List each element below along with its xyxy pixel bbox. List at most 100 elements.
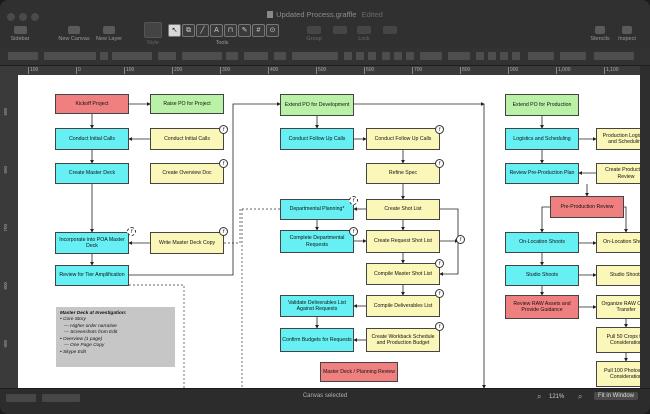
node-conduct-follow-up-calls-2[interactable]: Conduct Follow Up Calls xyxy=(366,128,440,150)
zoom-out-icon[interactable]: ⌕ xyxy=(537,392,541,402)
node-review-pre-production-plan[interactable]: Review Pre-Production Plan xyxy=(505,163,579,184)
node-on-location-shoots-1[interactable]: On-Location Shoots xyxy=(505,232,579,253)
format-control[interactable] xyxy=(500,52,508,60)
function-badge-icon[interactable]: f xyxy=(435,289,444,298)
zoom-in-icon[interactable]: ⌕ xyxy=(578,392,582,402)
function-badge-icon[interactable]: f xyxy=(435,159,444,168)
node-on-location-shoots-2[interactable]: On-Location Shoots xyxy=(596,232,640,253)
selection-tool-icon[interactable]: ↖ xyxy=(168,24,181,37)
function-badge-icon[interactable]: f xyxy=(349,227,358,236)
format-control[interactable] xyxy=(394,52,402,60)
node-pull-50-crops[interactable]: Pull 50 Crops for Consideration xyxy=(596,327,640,353)
node-incorporate-into-poa[interactable]: Incorporate into POA Master Deck xyxy=(55,232,129,254)
format-control[interactable] xyxy=(344,52,352,60)
node-departmental-planning[interactable]: Departmental Planning* xyxy=(280,199,354,220)
node-confirm-budgets[interactable]: Confirm Budgets for Requests xyxy=(280,328,354,352)
unlock-button[interactable] xyxy=(379,26,401,36)
format-control[interactable] xyxy=(528,52,554,60)
format-control[interactable] xyxy=(368,52,376,60)
style-button[interactable]: Style xyxy=(144,22,162,46)
node-extend-po-production[interactable]: Extend PO for Production xyxy=(505,94,579,116)
line-tool-icon[interactable]: ╱ xyxy=(196,24,209,37)
diagram-tool-icon[interactable]: ⊓ xyxy=(224,24,237,37)
node-compile-master-shot-list[interactable]: Compile Master Shot List xyxy=(366,263,440,285)
inspect-button[interactable]: Inspect xyxy=(614,26,640,42)
format-control[interactable] xyxy=(560,52,586,60)
format-control[interactable] xyxy=(274,52,286,60)
format-control[interactable] xyxy=(488,52,496,60)
node-studio-shoots-2[interactable]: Studio Shoots xyxy=(596,265,640,286)
node-compile-deliverables-list[interactable]: Compile Deliverables List xyxy=(366,295,440,317)
node-organize-raw-order[interactable]: Organize RAW Order Transfer xyxy=(596,295,640,319)
new-layer-button[interactable]: New Layer xyxy=(94,26,124,42)
format-control[interactable] xyxy=(382,52,390,60)
node-create-workback-schedule[interactable]: Create Workback Schedule and Production … xyxy=(366,328,440,352)
node-pre-production-review[interactable]: Pre-Production Review xyxy=(550,196,624,218)
annotation-note[interactable]: Master Deck at Investigation: • Core Sto… xyxy=(56,307,175,367)
ungroup-button[interactable] xyxy=(329,26,351,36)
function-badge-icon[interactable]: f xyxy=(127,227,136,236)
node-review-raw-assets[interactable]: Review RAW Assets and Provide Guidance xyxy=(505,295,579,319)
format-control[interactable] xyxy=(476,52,484,60)
node-studio-shoots-1[interactable]: Studio Shoots xyxy=(505,265,579,286)
dashed-connector-line[interactable] xyxy=(224,208,280,244)
format-control[interactable] xyxy=(356,52,364,60)
format-control[interactable] xyxy=(44,52,96,60)
fit-in-window-button[interactable]: Fit in Window xyxy=(594,392,639,400)
format-control[interactable] xyxy=(406,52,414,60)
connector-line[interactable] xyxy=(540,206,550,233)
format-control[interactable] xyxy=(158,52,176,60)
node-conduct-follow-up-calls-1[interactable]: Conduct Follow Up Calls xyxy=(280,128,354,150)
canvas[interactable]: Kickoff Project Raise PO for Project Condu… xyxy=(18,75,640,388)
lock-button[interactable]: Lock xyxy=(353,26,375,42)
format-control[interactable] xyxy=(292,52,338,60)
node-conduct-initial-calls-2[interactable]: Conduct Initial Calls xyxy=(150,128,224,150)
function-badge-icon[interactable]: f xyxy=(435,259,444,268)
node-conduct-initial-calls-1[interactable]: Conduct Initial Calls xyxy=(55,128,129,150)
function-badge-icon[interactable]: f xyxy=(219,227,228,236)
function-badge-icon[interactable]: f xyxy=(456,235,465,244)
group-button[interactable]: Group xyxy=(303,26,325,42)
new-canvas-button[interactable]: New Canvas xyxy=(58,26,90,42)
function-badge-icon[interactable]: f xyxy=(219,159,228,168)
sidebar-button[interactable]: Sidebar xyxy=(9,26,31,42)
pen-tool-icon[interactable]: ✎ xyxy=(238,24,251,37)
format-control[interactable] xyxy=(448,52,470,60)
format-control[interactable] xyxy=(420,52,442,60)
format-control[interactable] xyxy=(244,52,268,60)
node-review-tier-amplification[interactable]: Review for Tier Amplification xyxy=(55,265,129,286)
grid-tool-icon[interactable]: # xyxy=(252,24,265,37)
format-control[interactable] xyxy=(112,52,152,60)
node-production-logistics[interactable]: Production Logistics and Scheduling xyxy=(596,128,640,150)
format-control[interactable] xyxy=(182,52,222,60)
node-validate-deliverables-list[interactable]: Validate Deliverables List Against Reque… xyxy=(280,295,354,317)
stencils-button[interactable]: Stencils xyxy=(587,26,613,42)
zoom-level[interactable]: 121% xyxy=(549,394,564,400)
node-raise-po-project[interactable]: Raise PO for Project xyxy=(150,94,224,114)
connector-line[interactable] xyxy=(624,206,628,233)
function-badge-icon[interactable]: f xyxy=(435,125,444,134)
node-write-master-deck-copy[interactable]: Write Master Deck Copy xyxy=(150,232,224,254)
node-create-overview-doc[interactable]: Create Overview Doc xyxy=(150,163,224,184)
node-kickoff-project[interactable]: Kickoff Project xyxy=(55,94,129,114)
format-control[interactable] xyxy=(100,52,108,60)
function-badge-icon[interactable]: f xyxy=(435,322,444,331)
format-control[interactable] xyxy=(512,52,520,60)
function-badge-icon[interactable]: f xyxy=(349,196,358,205)
function-badge-icon[interactable]: f xyxy=(219,125,228,134)
format-control[interactable] xyxy=(226,52,238,60)
text-tool-icon[interactable]: A xyxy=(210,24,223,37)
node-extend-po-development[interactable]: Extend PO for Development xyxy=(280,94,354,116)
node-refine-spec[interactable]: Refine Spec xyxy=(366,163,440,184)
vertical-scrollbar[interactable] xyxy=(640,66,650,388)
node-create-production-review[interactable]: Create Production Review xyxy=(596,163,640,184)
node-master-deck-planning-review[interactable]: Master Deck / Planning Review xyxy=(320,362,398,382)
node-complete-departmental-requests[interactable]: Complete Departmental Requests xyxy=(280,230,354,253)
node-create-master-deck[interactable]: Create Master Deck xyxy=(55,163,129,184)
hand-tool-icon[interactable]: ⊙ xyxy=(266,24,279,37)
node-create-shot-list[interactable]: Create Shot List xyxy=(366,199,440,220)
format-control[interactable] xyxy=(8,52,38,60)
node-create-request-shot-list[interactable]: Create Request Shot List xyxy=(366,230,440,253)
node-logistics-scheduling[interactable]: Logistics and Scheduling xyxy=(505,128,579,150)
node-pull-100-photos[interactable]: Pull 100 Photos for Consideration xyxy=(596,361,640,387)
